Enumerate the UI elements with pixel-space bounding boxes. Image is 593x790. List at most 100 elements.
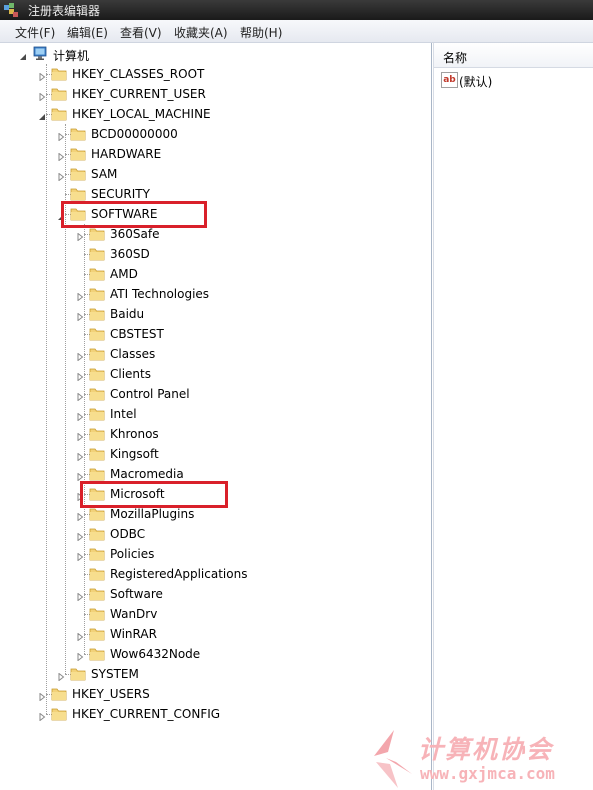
folder-icon [89, 446, 105, 461]
tree-node-hardware[interactable]: HARDWARE [0, 144, 430, 164]
column-header-name[interactable]: 名称 [434, 43, 593, 68]
tree-node-hkey-users[interactable]: HKEY_USERS [0, 684, 430, 704]
collapse-arrow-icon[interactable] [38, 110, 46, 120]
menu-favorites[interactable]: 收藏夹(A) [174, 24, 228, 41]
tree-node-360safe[interactable]: 360Safe [0, 224, 430, 244]
tree-node-label: Baidu [110, 307, 145, 321]
tree-node-baidu[interactable]: Baidu [0, 304, 430, 324]
expand-arrow-icon[interactable] [76, 370, 84, 382]
expand-arrow-icon[interactable] [76, 510, 84, 522]
expand-arrow-icon[interactable] [76, 470, 84, 482]
expand-arrow-icon[interactable] [38, 90, 46, 102]
expand-arrow-icon[interactable] [76, 550, 84, 562]
tree-node-computer[interactable]: 计算机 [0, 44, 430, 64]
tree-node-wandrv[interactable]: WanDrv [0, 604, 430, 624]
folder-icon [89, 546, 105, 561]
expand-arrow-icon[interactable] [76, 650, 84, 662]
expand-arrow-icon[interactable] [76, 390, 84, 402]
expand-arrow-icon[interactable] [38, 690, 46, 702]
expand-arrow-icon[interactable] [57, 150, 65, 162]
tree-node-label: Clients [110, 367, 151, 381]
tree-node-amd[interactable]: AMD [0, 264, 430, 284]
tree-node-ati-technologies[interactable]: ATI Technologies [0, 284, 430, 304]
tree-node-sam[interactable]: SAM [0, 164, 430, 184]
tree-node-mozillaplugins[interactable]: MozillaPlugins [0, 504, 430, 524]
tree-node-360sd[interactable]: 360SD [0, 244, 430, 264]
folder-icon [70, 666, 86, 681]
folder-icon [89, 646, 105, 661]
tree-node-wow6432node[interactable]: Wow6432Node [0, 644, 430, 664]
tree-node-hkey-current-user[interactable]: HKEY_CURRENT_USER [0, 84, 430, 104]
folder-icon [89, 606, 105, 621]
tree-node-registeredapplications[interactable]: RegisteredApplications [0, 564, 430, 584]
folder-icon [89, 526, 105, 541]
watermark-title: 计算机协会 [418, 735, 554, 764]
expand-arrow-icon[interactable] [57, 130, 65, 142]
expand-arrow-icon[interactable] [76, 630, 84, 642]
tree-node-hkey-current-config[interactable]: HKEY_CURRENT_CONFIG [0, 704, 430, 724]
tree-node-label: SYSTEM [91, 667, 139, 681]
window-title: 注册表编辑器 [28, 4, 101, 18]
folder-icon [89, 266, 105, 281]
tree-node-khronos[interactable]: Khronos [0, 424, 430, 444]
computer-icon [32, 46, 48, 61]
expand-arrow-icon[interactable] [76, 230, 84, 242]
string-value-icon: ab [441, 72, 458, 88]
tree-node-label: HKEY_LOCAL_MACHINE [72, 107, 211, 121]
folder-icon [51, 706, 67, 721]
expand-arrow-icon[interactable] [76, 590, 84, 602]
menu-view[interactable]: 查看(V) [120, 24, 162, 41]
expand-arrow-icon[interactable] [38, 70, 46, 82]
title-bar: 注册表编辑器 [0, 0, 593, 20]
tree-node-hkey-local-machine[interactable]: HKEY_LOCAL_MACHINE [0, 104, 430, 124]
tree-node-odbc[interactable]: ODBC [0, 524, 430, 544]
tree-node-policies[interactable]: Policies [0, 544, 430, 564]
folder-icon [89, 506, 105, 521]
tree-node-classes[interactable]: Classes [0, 344, 430, 364]
tree-node-label: RegisteredApplications [110, 567, 248, 581]
expand-arrow-icon[interactable] [76, 310, 84, 322]
values-pane[interactable]: 名称 ab (默认) [433, 43, 593, 790]
expand-arrow-icon[interactable] [76, 450, 84, 462]
tree-node-bcd00000000[interactable]: BCD00000000 [0, 124, 430, 144]
tree-node-label: HKEY_USERS [72, 687, 150, 701]
folder-icon [70, 146, 86, 161]
column-header-label: 名称 [443, 51, 468, 65]
tree-node-label: MozillaPlugins [110, 507, 195, 521]
expand-arrow-icon[interactable] [57, 170, 65, 182]
folder-icon [70, 166, 86, 181]
collapse-arrow-icon[interactable] [19, 50, 27, 60]
folder-icon [89, 566, 105, 581]
menu-file[interactable]: 文件(F) [15, 24, 55, 41]
tree-node-cbstest[interactable]: CBSTEST [0, 324, 430, 344]
folder-icon [89, 406, 105, 421]
registry-tree[interactable]: 计算机 HKEY_CLASSES_ROOT HKEY_CURRENT_USER HKE… [0, 43, 432, 790]
menu-help[interactable]: 帮助(H) [240, 24, 282, 41]
folder-icon [89, 466, 105, 481]
folder-icon [89, 346, 105, 361]
folder-icon [89, 246, 105, 261]
expand-arrow-icon[interactable] [38, 710, 46, 722]
tree-node-label: HARDWARE [91, 147, 162, 161]
tree-node-kingsoft[interactable]: Kingsoft [0, 444, 430, 464]
expand-arrow-icon[interactable] [76, 290, 84, 302]
tree-node-label: 计算机 [53, 49, 90, 63]
menu-edit[interactable]: 编辑(E) [67, 24, 108, 41]
tree-node-intel[interactable]: Intel [0, 404, 430, 424]
folder-icon [51, 106, 67, 121]
tree-node-hkey-classes-root[interactable]: HKEY_CLASSES_ROOT [0, 64, 430, 84]
tree-node-software[interactable]: Software [0, 584, 430, 604]
expand-arrow-icon[interactable] [57, 670, 65, 682]
expand-arrow-icon[interactable] [76, 530, 84, 542]
tree-node-control-panel[interactable]: Control Panel [0, 384, 430, 404]
tree-node-label: Wow6432Node [110, 647, 201, 661]
tree-node-clients[interactable]: Clients [0, 364, 430, 384]
expand-arrow-icon[interactable] [76, 430, 84, 442]
expand-arrow-icon[interactable] [76, 410, 84, 422]
tree-node-winrar[interactable]: WinRAR [0, 624, 430, 644]
folder-icon [89, 386, 105, 401]
tree-node-label: Software [110, 587, 163, 601]
tree-node-system[interactable]: SYSTEM [0, 664, 430, 684]
expand-arrow-icon[interactable] [76, 350, 84, 362]
watermark: 计算机协会 www.gxjmca.com [372, 728, 593, 790]
